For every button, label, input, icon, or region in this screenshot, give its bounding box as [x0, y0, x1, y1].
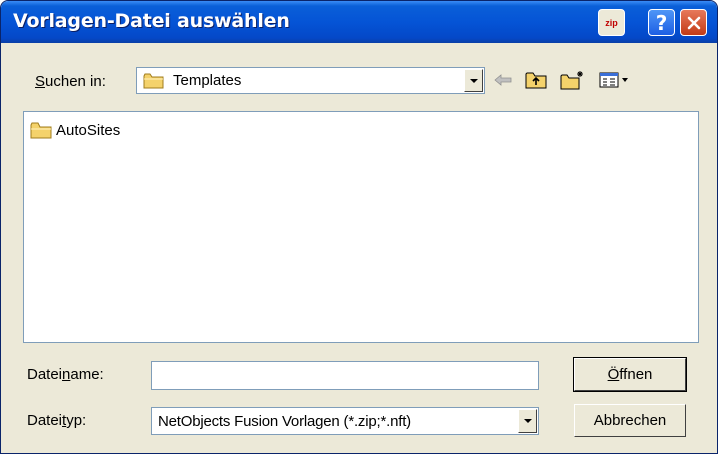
file-list[interactable]: AutoSites — [23, 111, 699, 343]
open-rest: ffnen — [619, 366, 653, 383]
help-icon: ? — [655, 10, 668, 35]
view-menu-button[interactable] — [597, 68, 631, 92]
back-button[interactable] — [491, 68, 515, 92]
filename-label: Dateiname: — [27, 366, 104, 383]
filetype-label-post: yp: — [66, 412, 87, 429]
view-menu-icon — [599, 72, 628, 88]
chevron-down-icon — [469, 78, 478, 83]
lookin-label-accel: S — [35, 73, 46, 90]
close-icon — [687, 16, 700, 29]
help-button[interactable]: ? — [648, 9, 675, 36]
new-folder-button[interactable] — [559, 68, 587, 92]
window-title: Vorlagen-Datei auswählen — [13, 10, 290, 32]
zip-badge: zip — [605, 17, 618, 28]
file-dialog-window: Vorlagen-Datei auswählen zip ? Suchen in… — [0, 0, 718, 454]
close-button[interactable] — [680, 9, 707, 36]
list-item[interactable]: AutoSites — [30, 122, 120, 139]
cancel-button-label: Abbrechen — [593, 412, 667, 429]
filename-label-pre: Datei — [27, 366, 63, 383]
zip-icon-button[interactable]: zip — [598, 9, 625, 36]
lookin-value: Templates — [173, 72, 242, 89]
new-folder-icon — [560, 71, 583, 90]
chevron-down-icon — [523, 419, 532, 423]
filetype-label: Dateityp: — [27, 412, 86, 429]
lookin-dropdown-button[interactable] — [464, 69, 483, 92]
lookin-label-rest: uchen in: — [45, 73, 106, 90]
filename-label-post: ame: — [70, 366, 104, 383]
title-bar[interactable]: Vorlagen-Datei auswählen zip ? — [1, 1, 717, 43]
folder-icon — [30, 122, 52, 139]
cancel-button[interactable]: Abbrechen — [574, 404, 686, 437]
folder-icon — [143, 73, 164, 89]
lookin-label: Suchen in: — [35, 73, 106, 90]
filename-field[interactable] — [151, 361, 539, 390]
filetype-label-pre: Datei — [27, 412, 63, 429]
open-button[interactable]: Öffnen — [573, 357, 687, 392]
filetype-combobox[interactable]: NetObjects Fusion Vorlagen (*.zip;*.nft) — [151, 407, 539, 435]
open-accel: Ö — [607, 366, 620, 383]
filetype-value: NetObjects Fusion Vorlagen (*.zip;*.nft) — [158, 413, 411, 430]
up-folder-icon — [525, 72, 547, 89]
lookin-combobox[interactable]: Templates — [136, 67, 485, 94]
back-arrow-icon — [494, 74, 512, 86]
open-button-label: Öffnen — [608, 366, 653, 383]
file-name: AutoSites — [56, 122, 121, 139]
filetype-dropdown-button[interactable] — [518, 409, 537, 433]
up-folder-button[interactable] — [523, 68, 549, 92]
